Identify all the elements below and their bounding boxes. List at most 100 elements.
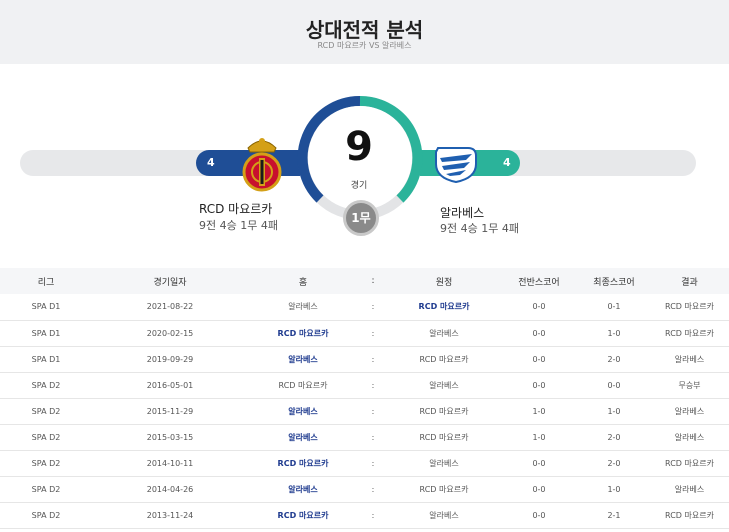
cell-result: RCD 마요르카 xyxy=(665,328,714,338)
cell-away: RCD 마요르카 xyxy=(419,484,469,494)
head-to-head-summary: 4 4 9 경기 1무 RCD 마요르카 9전 4승 1무 4패 알라베스 9전… xyxy=(0,64,729,268)
table-row: SPA D2 2014-10-11 RCD 마요르카: 알라베스 0-0 2-0 RCD 마… xyxy=(0,450,729,476)
cell-sep: : xyxy=(371,510,375,520)
cell-league: SPA D2 xyxy=(31,432,61,442)
cell-result: RCD 마요르카 xyxy=(665,510,714,520)
cell-final: 2-1 xyxy=(607,510,621,520)
cell-result: 알라베스 xyxy=(674,406,705,416)
cell-half: 0-0 xyxy=(532,380,546,390)
cell-result: RCD 마요르카 xyxy=(665,458,714,468)
cell-date: 2015-11-29 xyxy=(146,406,194,416)
cell-away: 알라베스 xyxy=(429,328,459,338)
away-team-record: 9전 4승 1무 4패 xyxy=(440,222,519,235)
cell-away: RCD 마요르카 xyxy=(418,302,470,312)
cell-half: 0-0 xyxy=(532,484,546,494)
cell-final: 0-0 xyxy=(607,380,621,390)
cell-half: 1-0 xyxy=(532,406,546,416)
cell-home: 알라베스 xyxy=(288,432,318,442)
cell-half: 0-0 xyxy=(532,354,546,364)
cell-sep: : xyxy=(371,432,375,442)
cell-half: 0-0 xyxy=(532,510,546,520)
games-label: 경기 xyxy=(350,181,368,191)
page-header: 상대전적 분석 RCD 마요르카 VS 알라베스 xyxy=(0,0,729,64)
table-row: SPA D1 2020-02-15 RCD 마요르카: 알라베스 0-0 1-0 RCD 마… xyxy=(0,320,729,346)
col-league: 리그 xyxy=(37,277,55,288)
cell-final: 2-0 xyxy=(607,432,621,442)
cell-date: 2014-10-11 xyxy=(146,458,194,468)
home-wins-count: 4 xyxy=(207,156,215,169)
cell-result: 알라베스 xyxy=(674,484,705,494)
cell-date: 2021-08-22 xyxy=(146,302,194,312)
cell-half: 0-0 xyxy=(532,328,546,338)
cell-half: 1-0 xyxy=(532,432,546,442)
cell-date: 2016-05-01 xyxy=(146,380,194,390)
match-history-table: 리그 경기일자 홈 : 원정 전반스코어 최종스코어 결과 SPA D1 2021… xyxy=(0,268,729,529)
table-row: SPA D1 2019-09-29 알라베스: RCD 마요르카 0-0 2-0 알라베스 xyxy=(0,346,729,372)
cell-sep: : xyxy=(371,354,375,364)
cell-date: 2014-04-26 xyxy=(146,484,194,494)
col-result: 결과 xyxy=(681,277,698,288)
cell-home: 알라베스 xyxy=(288,302,318,312)
draw-badge: 1무 xyxy=(343,200,379,236)
cell-league: SPA D2 xyxy=(31,458,61,468)
table-row: SPA D2 2014-04-26 알라베스: RCD 마요르카 0-0 1-0 알라베스 xyxy=(0,476,729,502)
cell-league: SPA D2 xyxy=(31,380,61,390)
cell-final: 2-0 xyxy=(607,354,621,364)
table-row: SPA D2 2015-11-29 알라베스: RCD 마요르카 1-0 1-0 알라베스 xyxy=(0,398,729,424)
cell-away: 알라베스 xyxy=(429,458,459,468)
cell-away: RCD 마요르카 xyxy=(419,406,469,416)
cell-sep: : xyxy=(371,380,375,390)
cell-home: RCD 마요르카 xyxy=(277,510,329,520)
cell-date: 2020-02-15 xyxy=(146,328,194,338)
cell-league: SPA D1 xyxy=(31,302,61,312)
col-home: 홈 xyxy=(298,277,308,288)
cell-result: 무승부 xyxy=(678,380,701,390)
cell-league: SPA D1 xyxy=(31,354,61,364)
cell-home: RCD 마요르카 xyxy=(277,458,329,468)
col-away: 원정 xyxy=(435,277,453,288)
cell-away: RCD 마요르카 xyxy=(419,432,469,442)
cell-home: 알라베스 xyxy=(288,406,318,416)
table-row: SPA D1 2021-08-22 알라베스: RCD 마요르카 0-0 0-1 RCD 마… xyxy=(0,294,729,320)
cell-final: 1-0 xyxy=(607,484,621,494)
cell-date: 2019-09-29 xyxy=(146,354,194,364)
cell-league: SPA D2 xyxy=(31,406,61,416)
cell-half: 0-0 xyxy=(532,302,546,312)
cell-away: 알라베스 xyxy=(429,380,459,390)
cell-sep: : xyxy=(371,484,375,494)
cell-result: 알라베스 xyxy=(674,432,705,442)
table-row: SPA D2 2015-03-15 알라베스: RCD 마요르카 1-0 2-0 알라베스 xyxy=(0,424,729,450)
page-subtitle: RCD 마요르카 VS 알라베스 xyxy=(317,41,412,50)
cell-sep: : xyxy=(371,406,375,416)
col-sep: : xyxy=(371,276,375,286)
home-team-record: 9전 4승 1무 4패 xyxy=(199,219,278,232)
alaves-crest-icon xyxy=(435,147,477,184)
cell-league: SPA D2 xyxy=(31,484,61,494)
home-team-name: RCD 마요르카 xyxy=(199,202,273,216)
cell-away: RCD 마요르카 xyxy=(419,354,469,364)
mallorca-crest-icon xyxy=(242,138,282,192)
cell-result: 알라베스 xyxy=(674,354,705,364)
cell-half: 0-0 xyxy=(532,458,546,468)
cell-sep: : xyxy=(371,302,375,312)
col-final-score: 최종스코어 xyxy=(593,277,635,288)
cell-sep: : xyxy=(371,458,375,468)
cell-final: 2-0 xyxy=(607,458,621,468)
cell-home: RCD 마요르카 xyxy=(278,380,328,390)
total-games: 9 xyxy=(345,124,373,170)
col-date: 경기일자 xyxy=(153,277,187,288)
table-row: SPA D2 2016-05-01 RCD 마요르카: 알라베스 0-0 0-0 무승부 xyxy=(0,372,729,398)
cell-home: 알라베스 xyxy=(288,484,318,494)
away-wins-count: 4 xyxy=(503,156,511,169)
cell-date: 2013-11-24 xyxy=(146,510,194,520)
cell-date: 2015-03-15 xyxy=(146,432,194,442)
cell-home: 알라베스 xyxy=(288,354,318,364)
cell-league: SPA D2 xyxy=(31,510,61,520)
cell-final: 1-0 xyxy=(607,328,621,338)
page-title: 상대전적 분석 xyxy=(305,18,424,42)
cell-league: SPA D1 xyxy=(31,328,61,338)
table-row: SPA D2 2013-11-24 RCD 마요르카: 알라베스 0-0 2-1 RCD 마… xyxy=(0,502,729,528)
col-half-score: 전반스코어 xyxy=(518,277,560,288)
cell-result: RCD 마요르카 xyxy=(665,302,714,312)
cell-away: 알라베스 xyxy=(429,510,459,520)
